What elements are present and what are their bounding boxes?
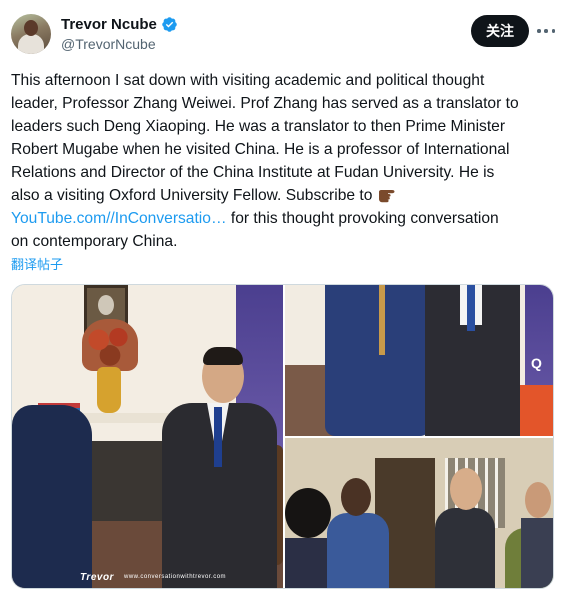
tweet-header: Trevor Ncube @TrevorNcube 关注 — [11, 14, 555, 56]
suit-man — [435, 508, 495, 588]
follow-button[interactable]: 关注 — [471, 15, 529, 47]
tweet-line: also a visiting Oxford University Fellow… — [11, 187, 373, 204]
person-left — [12, 405, 92, 588]
youtube-link[interactable]: YouTube.com//InConversatio… — [11, 210, 227, 227]
banner-watermark: Q — [531, 355, 543, 371]
photo-standing-pair[interactable]: Q — [285, 285, 553, 436]
tweet-line: leaders such Deng Xiaoping. He was a tra… — [11, 118, 506, 135]
more-options-icon[interactable] — [537, 22, 555, 40]
hair — [203, 347, 243, 365]
photo-outdoor-group[interactable] — [285, 438, 553, 588]
translate-post-link[interactable]: 翻译帖子 — [11, 254, 63, 273]
tweet-line: Relations and Director of the China Inst… — [11, 164, 495, 181]
photo-interview[interactable]: Trevor www.conversationwithtrevor.com — [12, 285, 283, 588]
tweet-line: Robert Mugabe when he visited China. He … — [11, 141, 510, 158]
collar-trim — [379, 285, 385, 355]
avatar[interactable] — [11, 14, 51, 54]
vase — [97, 367, 121, 413]
media-grid: Trevor www.conversationwithtrevor.com Q — [11, 284, 554, 589]
man-blue-head — [341, 478, 371, 516]
flowers — [82, 319, 138, 371]
man-in-blue-attire — [325, 285, 430, 436]
backhand-index-pointing-right-icon — [378, 190, 395, 203]
tweet-line-with-link: YouTube.com//InConversatio… for this tho… — [11, 207, 551, 230]
suit-man-head — [450, 468, 482, 510]
tweet-line-after-link: for this thought provoking conversation — [226, 210, 499, 227]
avatar-face — [24, 20, 38, 36]
name-row: Trevor Ncube — [61, 16, 178, 33]
tweet-line: on contemporary China. — [11, 233, 178, 250]
verified-badge-icon — [162, 17, 177, 32]
url-watermark: www.conversationwithtrevor.com — [124, 574, 227, 580]
tweet-text: This afternoon I sat down with visiting … — [11, 69, 551, 253]
avatar-shirt — [18, 34, 44, 54]
author-handle[interactable]: @TrevorNcube — [61, 36, 156, 52]
woman-hair — [285, 488, 331, 538]
tie — [214, 407, 222, 467]
right-man-head — [525, 482, 551, 518]
trevor-watermark: Trevor — [80, 572, 114, 583]
man-blue — [327, 513, 389, 588]
tweet-line: leader, Professor Zhang Weiwei. Prof Zha… — [11, 95, 519, 112]
tie — [467, 285, 475, 331]
tweet-line-with-icon: also a visiting Oxford University Fellow… — [11, 184, 551, 207]
author-display-name[interactable]: Trevor Ncube — [61, 16, 157, 33]
right-man — [521, 518, 553, 588]
portrait-face — [98, 295, 114, 315]
tweet-line: This afternoon I sat down with visiting … — [11, 72, 485, 89]
